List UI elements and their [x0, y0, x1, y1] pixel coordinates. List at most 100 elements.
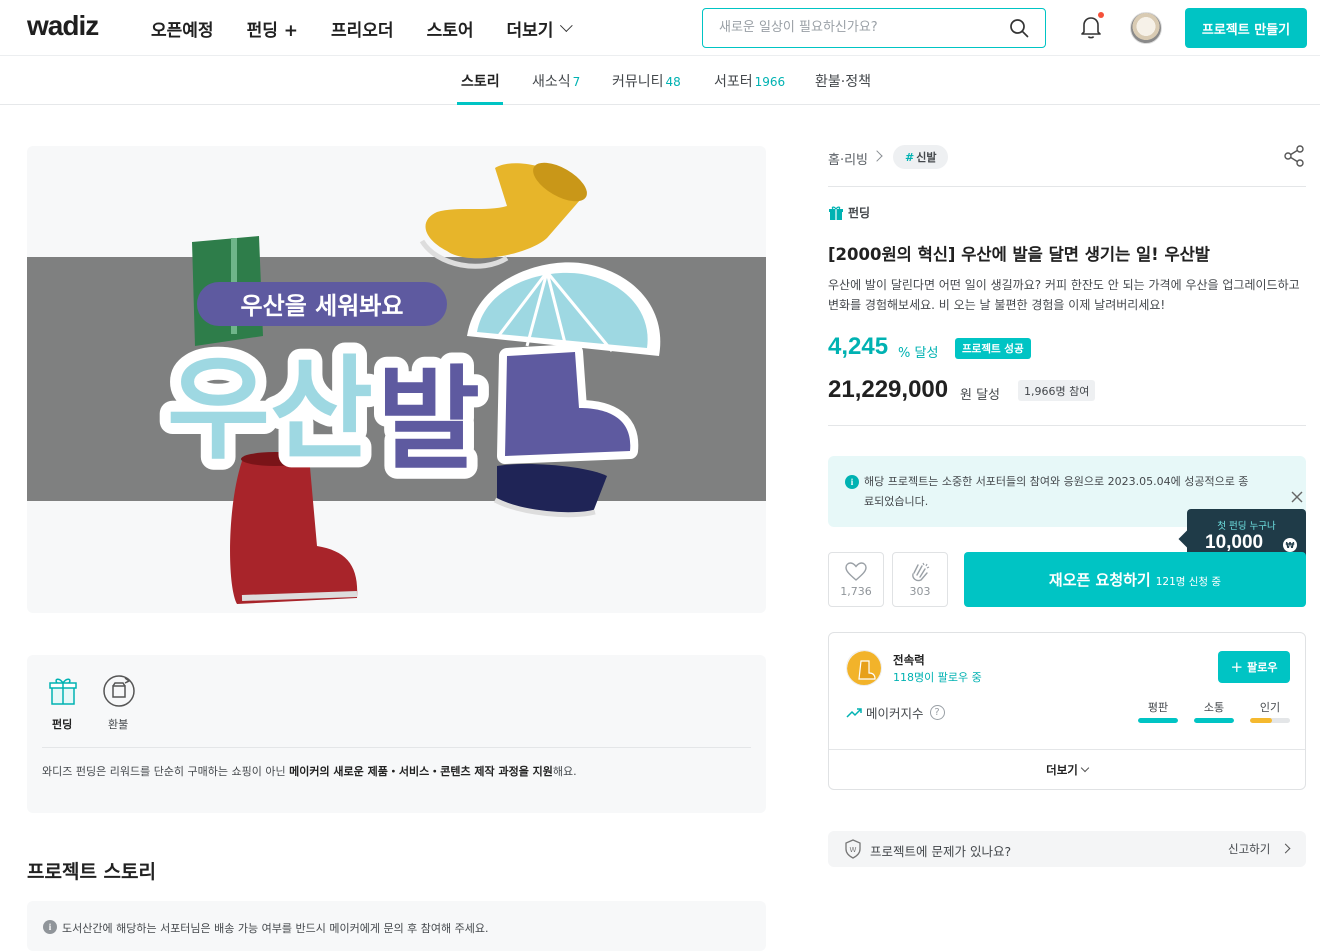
- hero-illustration: 우산 우산 발 발: [156, 162, 661, 604]
- maker-avatar[interactable]: [846, 650, 882, 686]
- tab-count: 1966: [754, 75, 786, 89]
- tab-community[interactable]: 커뮤니티 48: [612, 71, 681, 91]
- search-icon[interactable]: [1009, 18, 1029, 38]
- divider: [42, 747, 751, 748]
- tab-refund-policy[interactable]: 환불·정책: [815, 71, 871, 91]
- hero-badge-text: 우산을 세워봐요: [240, 292, 404, 320]
- main-nav: 오픈예정 펀딩 + 프리오더 스토어 더보기: [151, 16, 601, 41]
- report-link[interactable]: 신고하기: [1228, 841, 1270, 857]
- metric-bar: [1138, 718, 1178, 723]
- refund-info-label: 환불: [108, 718, 129, 731]
- svg-text:우산: 우산: [167, 345, 373, 475]
- report-question: 프로젝트에 문제가 있나요?: [870, 844, 1012, 859]
- heart-icon: [845, 562, 867, 581]
- cheer-button[interactable]: 303: [892, 552, 948, 607]
- search-box: [702, 8, 1046, 48]
- tab-label: 커뮤니티: [612, 74, 664, 90]
- tab-label: 서포터: [714, 74, 753, 90]
- won-icon: ₩: [1283, 538, 1297, 552]
- maker-name[interactable]: 전속력: [893, 652, 925, 668]
- wadiz-logo[interactable]: wadiz: [27, 10, 99, 42]
- metric-communication: 소통: [1194, 699, 1234, 723]
- metric-fill: [1250, 718, 1272, 723]
- nav-label: 펀딩 +: [246, 21, 299, 41]
- metric-bar: [1194, 718, 1234, 723]
- like-button[interactable]: 1,736: [828, 552, 884, 607]
- text-part: 와디즈 펀딩은 리워드를 단순히 구매하는 쇼핑이 아닌: [42, 765, 290, 778]
- maker-more-button[interactable]: 더보기: [829, 750, 1305, 790]
- metric-fill: [1138, 718, 1178, 723]
- metric-fill: [1194, 718, 1234, 723]
- reopen-sub-label: 121명 신청 중: [1155, 575, 1222, 588]
- tooltip-value: 10,000: [1205, 532, 1264, 553]
- achievement-percent-unit: % 달성: [898, 346, 939, 361]
- funding-info-label: 펀딩: [52, 718, 73, 731]
- svg-text:W: W: [850, 846, 857, 854]
- tab-label: 새소식: [532, 74, 571, 90]
- shipping-notice-text: 도서산간에 해당하는 서포터님은 배송 가능 여부를 반드시 메이커에게 문의 …: [62, 922, 489, 935]
- maker-index: 메이커지수 ?: [846, 703, 945, 722]
- metric-label: 평판: [1147, 701, 1169, 714]
- nav-item-more[interactable]: 더보기: [506, 16, 574, 41]
- svg-text:발: 발: [377, 355, 480, 485]
- metric-popularity: 인기: [1250, 699, 1290, 723]
- funding-info-box: 펀딩 환불 와디즈 펀딩은 리워드를 단순히 구매하는 쇼핑이 아닌 메이커의 …: [27, 655, 766, 813]
- project-description: 우산에 발이 달린다면 어떤 일이 생길까요? 커피 한잔도 안 되는 가격에 …: [828, 278, 1300, 312]
- nav-item-open-soon[interactable]: 오픈예정: [151, 16, 214, 41]
- reopen-request-button[interactable]: 재오픈 요청하기 121명 신청 중: [964, 552, 1306, 607]
- tooltip-label: 첫 펀딩 누구나: [1217, 521, 1276, 532]
- tab-news[interactable]: 새소식 7: [532, 71, 580, 91]
- nav-label: 더보기: [506, 21, 554, 41]
- tab-label: 스토리: [461, 74, 500, 90]
- nav-item-preorder[interactable]: 프리오더: [331, 16, 394, 41]
- tab-supporters[interactable]: 서포터 1966: [714, 71, 785, 91]
- user-avatar[interactable]: [1130, 12, 1162, 44]
- text-part: 해요.: [552, 765, 577, 778]
- chevron-right-icon: [871, 150, 883, 162]
- make-project-button[interactable]: 프로젝트 만들기: [1185, 8, 1307, 48]
- tab-label: 환불·정책: [815, 74, 871, 90]
- trend-up-icon: [846, 707, 862, 718]
- nav-item-store[interactable]: 스토어: [427, 16, 474, 41]
- share-icon[interactable]: [1282, 144, 1306, 168]
- maker-followers: 118명이 팔로우 중: [893, 671, 982, 684]
- maker-index-label: 메이커지수: [866, 706, 924, 721]
- maker-logo-image: [847, 651, 881, 685]
- metric-bar: [1250, 718, 1290, 723]
- report-bar[interactable]: W 프로젝트에 문제가 있나요? 신고하기: [828, 831, 1306, 867]
- divider: [828, 186, 1306, 187]
- refund-info-item[interactable]: [101, 673, 137, 713]
- shield-icon: W: [845, 839, 861, 859]
- like-count: 1,736: [840, 585, 872, 598]
- tab-count: 48: [665, 75, 681, 89]
- achievement-percent: 4,245: [828, 333, 889, 360]
- maker-card: 전속력 118명이 팔로우 중 + 팔로우 메이커지수 ? 평판 소통 인기 더보…: [828, 632, 1306, 790]
- notification-dot: [1098, 12, 1104, 18]
- follow-button[interactable]: + 팔로우: [1218, 651, 1290, 683]
- story-section-title: 프로젝트 스토리: [27, 861, 156, 883]
- funding-info-item[interactable]: [45, 673, 81, 713]
- category-breadcrumb[interactable]: 홈·리빙: [828, 149, 868, 168]
- tab-story[interactable]: 스토리: [461, 71, 500, 91]
- gift-icon: [829, 206, 843, 220]
- more-label: 더보기: [1046, 763, 1078, 777]
- funding-explain-text: 와디즈 펀딩은 리워드를 단순히 구매하는 쇼핑이 아닌 메이커의 새로운 제품…: [42, 763, 577, 779]
- tag-chip[interactable]: # 신발: [893, 145, 949, 169]
- gift-icon: [49, 678, 77, 705]
- chevron-down-icon: [1080, 763, 1090, 773]
- project-tabs: 스토리 새소식 7 커뮤니티 48 서포터 1966 환불·정책: [0, 56, 1320, 105]
- project-ended-text: 해당 프로젝트는 소중한 서포터들의 참여와 응원으로 2023.05.04에 …: [864, 475, 1249, 508]
- help-icon[interactable]: ?: [929, 705, 945, 720]
- divider: [828, 425, 1306, 426]
- chevron-right-icon: [1280, 843, 1291, 854]
- search-input[interactable]: [719, 9, 1009, 45]
- project-title: [2000원의 혁신] 우산에 발을 달면 생기는 일! 우산발: [828, 245, 1210, 264]
- follow-label: 팔로우: [1247, 661, 1278, 674]
- nav-item-funding[interactable]: 펀딩 +: [247, 16, 298, 41]
- info-icon: i: [845, 475, 859, 489]
- refund-icon: [103, 675, 135, 707]
- close-icon[interactable]: [1290, 490, 1304, 504]
- nav-label: 프리오더: [331, 21, 394, 41]
- shipping-notice-box: i 도서산간에 해당하는 서포터님은 배송 가능 여부를 반드시 메이커에게 문…: [27, 901, 766, 951]
- clap-icon: [912, 562, 930, 582]
